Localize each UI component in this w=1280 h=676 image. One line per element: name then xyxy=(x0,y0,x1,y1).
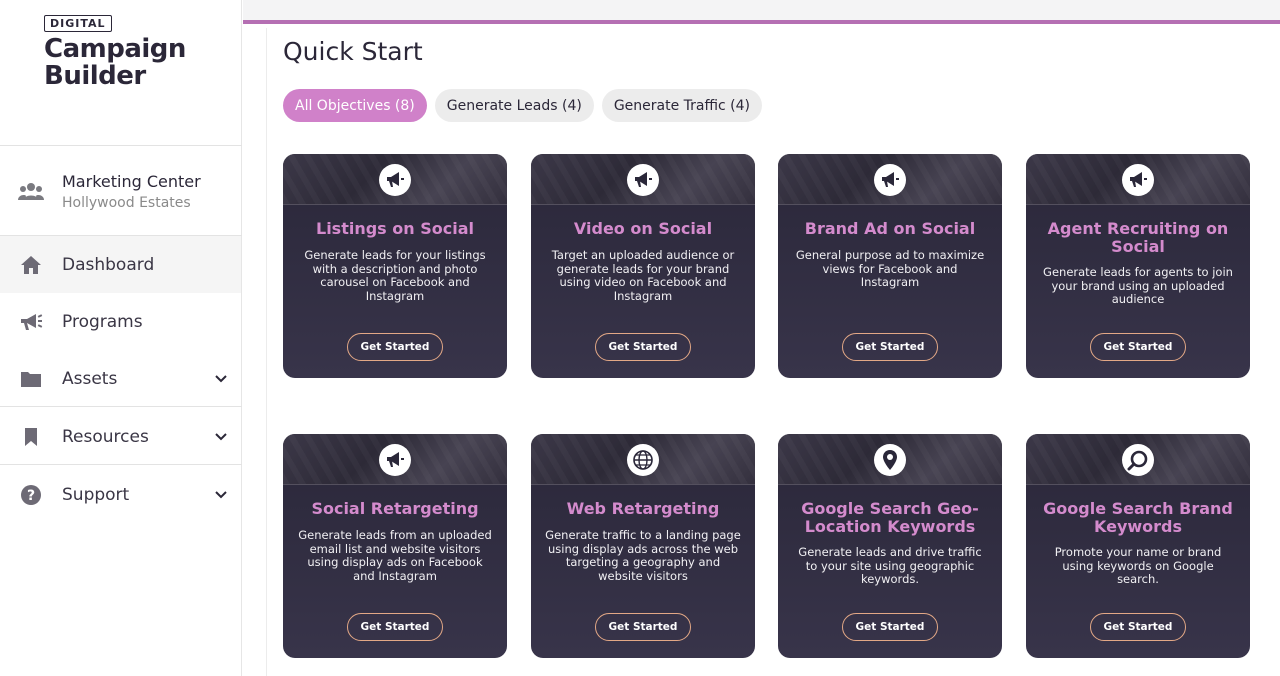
card-description: Generate traffic to a landing page using… xyxy=(545,528,741,583)
nav-assets-label: Assets xyxy=(62,368,118,389)
card-description: Generate leads for your listings with a … xyxy=(304,248,486,303)
folder-icon xyxy=(0,370,62,388)
get-started-button[interactable]: Get Started xyxy=(842,613,938,641)
svg-text:?: ? xyxy=(27,488,35,504)
megaphone-icon xyxy=(0,312,62,332)
filter-generate-traffic[interactable]: Generate Traffic (4) xyxy=(601,89,762,122)
chevron-down-icon[interactable] xyxy=(201,374,241,383)
brand-logo[interactable]: DIGITAL Campaign Builder xyxy=(44,12,186,90)
center-name: Marketing Center xyxy=(62,171,201,191)
card-description: Target an uploaded audience or generate … xyxy=(551,248,735,303)
card-description: Generate leads from an uploaded email li… xyxy=(298,528,492,583)
get-started-button[interactable]: Get Started xyxy=(842,333,938,361)
search-icon xyxy=(1122,444,1154,476)
megaphone-icon xyxy=(1122,164,1154,196)
nav-support-label: Support xyxy=(62,484,130,505)
megaphone-icon xyxy=(379,164,411,196)
chevron-down-icon[interactable] xyxy=(201,490,241,499)
megaphone-icon xyxy=(379,444,411,476)
nav-programs[interactable]: Programs xyxy=(0,293,241,350)
content-divider xyxy=(266,28,267,676)
card-title: Listings on Social xyxy=(316,219,474,238)
nav-dashboard-label: Dashboard xyxy=(62,254,155,275)
card-title: Video on Social xyxy=(573,219,713,238)
card-title: Social Retargeting xyxy=(311,499,479,518)
nav-resources[interactable]: Resources xyxy=(0,408,241,465)
card-description: Generate leads for agents to join your b… xyxy=(1043,265,1233,307)
bookmark-icon xyxy=(0,427,62,447)
sidebar: DIGITAL Campaign Builder Marketing Cente… xyxy=(0,0,242,676)
campaign-card: Brand Ad on Social General purpose ad to… xyxy=(778,154,1002,378)
get-started-button[interactable]: Get Started xyxy=(1090,613,1186,641)
filter-generate-leads[interactable]: Generate Leads (4) xyxy=(434,89,594,122)
megaphone-icon xyxy=(874,164,906,196)
card-description: General purpose ad to maximize views for… xyxy=(795,248,985,290)
brand-title-line2: Builder xyxy=(44,61,146,91)
get-started-button[interactable]: Get Started xyxy=(1090,333,1186,361)
get-started-button[interactable]: Get Started xyxy=(595,333,691,361)
brand-badge: DIGITAL xyxy=(44,15,112,32)
marketing-center-selector[interactable]: Marketing Center Hollywood Estates xyxy=(0,146,241,236)
divider xyxy=(0,464,242,465)
divider xyxy=(0,406,242,407)
campaign-card: Google Search Geo-Location Keywords Gene… xyxy=(778,434,1002,658)
nav-dashboard[interactable]: Dashboard xyxy=(0,236,241,293)
chevron-down-icon[interactable] xyxy=(201,432,241,441)
megaphone-icon xyxy=(627,164,659,196)
card-title: Web Retargeting xyxy=(566,499,720,518)
nav-assets[interactable]: Assets xyxy=(0,350,241,407)
campaign-card: Google Search Brand Keywords Promote you… xyxy=(1026,434,1250,658)
nav-resources-label: Resources xyxy=(62,426,149,447)
card-title: Agent Recruiting on Social xyxy=(1047,219,1229,256)
center-subtitle: Hollywood Estates xyxy=(62,194,191,211)
campaign-card: Social Retargeting Generate leads from a… xyxy=(283,434,507,658)
globe-icon xyxy=(627,444,659,476)
top-bar xyxy=(243,0,1280,24)
card-description: Generate leads and drive traffic to your… xyxy=(798,545,982,587)
nav-programs-label: Programs xyxy=(62,311,143,332)
get-started-button[interactable]: Get Started xyxy=(347,333,443,361)
card-title: Google Search Brand Keywords xyxy=(1043,499,1233,536)
card-title: Google Search Geo-Location Keywords xyxy=(801,499,979,536)
card-description: Promote your name or brand using keyword… xyxy=(1054,545,1222,587)
help-circle-icon: ? xyxy=(0,484,62,506)
objective-filters: All Objectives (8) Generate Leads (4) Ge… xyxy=(283,89,762,122)
group-icon xyxy=(0,182,62,200)
campaign-card: Agent Recruiting on Social Generate lead… xyxy=(1026,154,1250,378)
campaign-card: Video on Social Target an uploaded audie… xyxy=(531,154,755,378)
card-title: Brand Ad on Social xyxy=(804,219,976,238)
filter-all-objectives[interactable]: All Objectives (8) xyxy=(283,89,427,122)
campaign-card: Listings on Social Generate leads for yo… xyxy=(283,154,507,378)
brand-title-line1: Campaign xyxy=(44,34,186,64)
page-title: Quick Start xyxy=(283,37,423,66)
map-pin-icon xyxy=(874,444,906,476)
campaign-card: Web Retargeting Generate traffic to a la… xyxy=(531,434,755,658)
nav-support[interactable]: ? Support xyxy=(0,466,241,523)
get-started-button[interactable]: Get Started xyxy=(347,613,443,641)
home-icon xyxy=(0,255,62,275)
get-started-button[interactable]: Get Started xyxy=(595,613,691,641)
